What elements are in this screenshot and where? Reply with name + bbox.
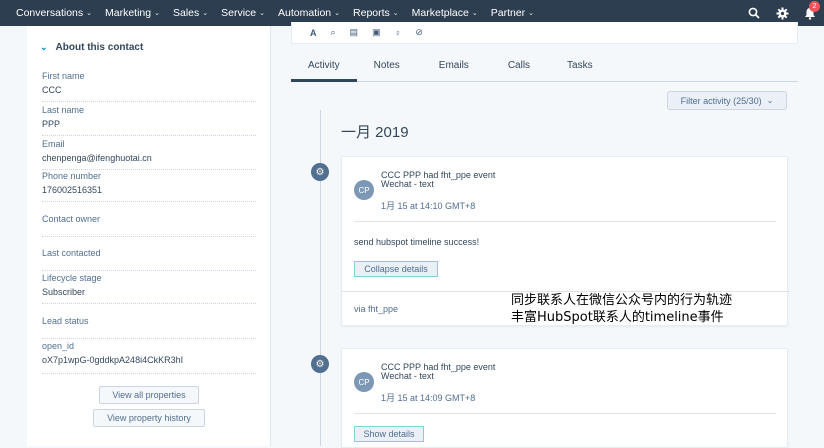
nav-label: Marketing	[105, 7, 152, 19]
tab-emails[interactable]: Emails	[417, 58, 486, 82]
property-last-name[interactable]: Last name PPP	[42, 104, 256, 136]
property-label: Lead status	[42, 316, 89, 326]
nav-service[interactable]: Service ⌄	[214, 0, 271, 26]
nav-label: Conversations	[16, 7, 84, 19]
about-contact-panel: ⌄ About this contact First name CCC Last…	[27, 26, 271, 446]
event-gear-icon: ⚙	[311, 163, 329, 181]
property-value: PPP	[42, 119, 61, 129]
nav-sales[interactable]: Sales ⌄	[166, 0, 214, 26]
notifications-bell-icon[interactable]: 2	[796, 0, 824, 26]
property-label: Contact owner	[42, 214, 101, 224]
property-value: chenpenga@ifenghuotai.cn	[42, 153, 152, 163]
image-icon[interactable]: ▣	[372, 27, 381, 38]
event-source: via fht_ppe	[354, 304, 399, 314]
tab-activity[interactable]: Activity	[291, 58, 357, 82]
chevron-down-icon: ⌄	[86, 10, 92, 17]
annotation-line-2: 丰富HubSpot联系人的timeline事件	[511, 310, 724, 325]
property-label: Email	[42, 139, 65, 149]
property-label: Lifecycle stage	[42, 273, 102, 283]
about-section-title: About this contact	[55, 42, 144, 53]
property-label: Phone number	[42, 171, 102, 181]
nav-label: Service	[221, 7, 257, 19]
property-email[interactable]: Email chenpenga@ifenghuotai.cn	[42, 138, 256, 170]
nav-marketing[interactable]: Marketing ⌄	[98, 0, 166, 26]
property-open-id[interactable]: open_id oX7p1wpG-0gddkpA248i4CkKR3hI	[42, 340, 256, 374]
attachment-icon[interactable]: ⊘	[415, 27, 423, 38]
avatar: CP	[354, 372, 374, 392]
tab-tasks[interactable]: Tasks	[547, 58, 610, 82]
property-value: Subscriber	[42, 287, 86, 297]
chevron-down-icon: ⌄	[334, 10, 341, 17]
chevron-down-icon: ⌄	[154, 10, 160, 17]
view-all-properties-button[interactable]: View all properties	[99, 386, 199, 404]
nav-label: Sales	[172, 7, 200, 19]
property-label: Last contacted	[42, 248, 101, 258]
divider	[354, 221, 776, 222]
nav-conversations[interactable]: Conversations ⌄	[0, 0, 98, 26]
property-label: open_id	[42, 341, 75, 351]
search-tool-icon[interactable]: ⌕	[331, 27, 336, 38]
avatar: CP	[354, 180, 374, 200]
view-property-history-button[interactable]: View property history	[93, 409, 205, 427]
nav-label: Reports	[353, 7, 390, 19]
composer-toolbar: A ⌕ ▤ ▣ ♀ ⊘	[291, 22, 798, 44]
show-details-button[interactable]: Show details	[354, 426, 424, 442]
property-lead-status[interactable]: Lead status	[42, 315, 256, 339]
user-icon[interactable]: ♀	[395, 28, 402, 38]
property-phone-number[interactable]: Phone number 176002516351	[42, 170, 256, 202]
property-label: Last name	[42, 105, 85, 115]
tab-calls[interactable]: Calls	[486, 58, 547, 82]
timeline-line	[320, 110, 321, 446]
property-contact-owner[interactable]: Contact owner	[42, 213, 256, 237]
activity-tabs: Activity Notes Emails Calls Tasks	[291, 58, 798, 82]
event-gear-icon: ⚙	[311, 355, 329, 373]
chevron-down-icon: ⌄	[259, 10, 266, 17]
chevron-down-icon: ⌄	[528, 10, 535, 17]
chevron-down-icon: ⌄	[392, 10, 399, 17]
property-last-contacted[interactable]: Last contacted	[42, 247, 256, 271]
nav-label: Automation	[278, 7, 332, 19]
notification-badge: 2	[809, 1, 820, 12]
event-timestamp: 1月 15 at 14:10 GMT+8	[381, 201, 476, 211]
text-format-icon[interactable]: A	[310, 28, 317, 38]
chevron-down-icon: ⌄	[40, 42, 48, 52]
nav-label: Marketplace	[411, 7, 469, 19]
property-value: oX7p1wpG-0gddkpA248i4CkKR3hI	[42, 355, 184, 365]
chevron-down-icon: ⌄	[766, 96, 774, 105]
event-subtitle: Wechat - text	[381, 371, 434, 381]
property-value: 176002516351	[42, 185, 103, 195]
event-timestamp: 1月 15 at 14:09 GMT+8	[381, 393, 476, 403]
collapse-details-button[interactable]: Collapse details	[354, 261, 438, 277]
property-first-name[interactable]: First name CCC	[42, 70, 256, 102]
nav-label: Partner	[490, 7, 526, 19]
timeline-event-card: CP CCC PPP had fht_ppe event Wechat - te…	[341, 348, 788, 448]
filter-label: Filter activity (25/30)	[680, 95, 762, 106]
tab-notes[interactable]: Notes	[357, 58, 417, 82]
event-body: send hubspot timeline success!	[354, 237, 480, 247]
event-subtitle: Wechat - text	[381, 179, 434, 189]
about-section-toggle[interactable]: ⌄ About this contact	[40, 42, 143, 53]
filter-activity-dropdown[interactable]: Filter activity (25/30) ⌄	[667, 91, 787, 110]
divider	[354, 413, 776, 414]
property-value: CCC	[42, 85, 62, 95]
chevron-down-icon: ⌄	[471, 10, 478, 17]
property-label: First name	[42, 71, 85, 81]
timeline-month-header: 一月 2019	[341, 124, 409, 141]
property-lifecycle-stage[interactable]: Lifecycle stage Subscriber	[42, 272, 256, 304]
list-icon[interactable]: ▤	[350, 27, 359, 38]
chevron-down-icon: ⌄	[202, 10, 209, 17]
